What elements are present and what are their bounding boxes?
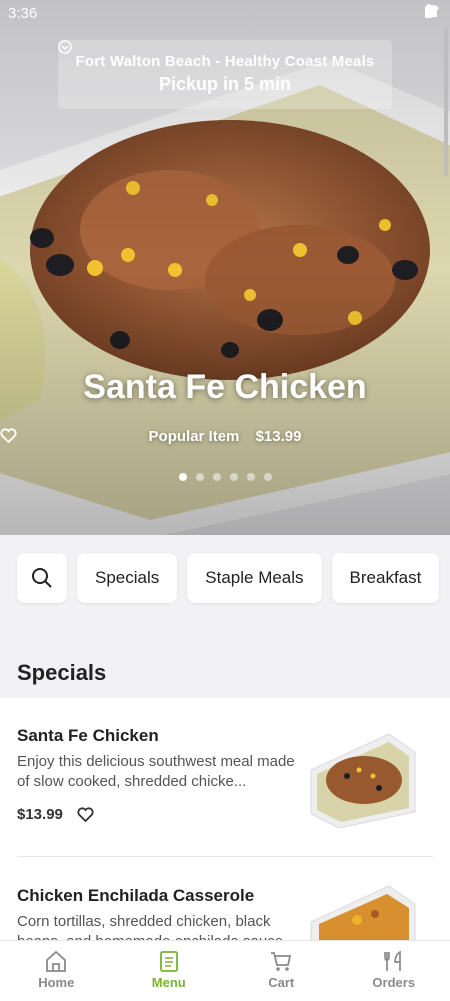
- carousel-dot[interactable]: [196, 473, 204, 481]
- section-title: Specials: [17, 660, 106, 686]
- carousel-dot[interactable]: [179, 473, 187, 481]
- status-time: 3:36: [8, 5, 37, 22]
- cart-icon: [269, 950, 293, 972]
- pickup-label: Pickup in 5 min: [159, 74, 291, 94]
- hero-price: $13.99: [256, 428, 302, 445]
- battery-icon: [424, 4, 433, 19]
- category-chip-staple-meals[interactable]: Staple Meals: [187, 553, 321, 603]
- menu-icon: [157, 950, 181, 972]
- pickup-time: Pickup in 5 min: [58, 74, 392, 95]
- chevron-down-icon: [58, 40, 72, 54]
- nav-cart[interactable]: Cart: [225, 941, 338, 1001]
- scroll-indicator: [444, 28, 448, 176]
- carousel-dot[interactable]: [230, 473, 238, 481]
- divider: [17, 856, 433, 857]
- search-icon: [31, 567, 53, 589]
- search-button[interactable]: [17, 553, 67, 603]
- nav-label: Cart: [268, 975, 294, 990]
- home-icon: [44, 950, 68, 972]
- heart-icon[interactable]: [77, 807, 94, 822]
- orders-icon: [382, 950, 406, 972]
- hero-title: Santa Fe Chicken: [0, 368, 450, 407]
- carousel-dot[interactable]: [213, 473, 221, 481]
- store-banner[interactable]: Fort Walton Beach - Healthy Coast Meals …: [58, 40, 392, 109]
- menu-item-description: Enjoy this delicious southwest meal made…: [17, 752, 307, 792]
- menu-item-image: [309, 732, 417, 828]
- category-chip-breakfast[interactable]: Breakfast: [332, 553, 440, 603]
- carousel-dot[interactable]: [247, 473, 255, 481]
- nav-menu[interactable]: Menu: [113, 941, 226, 1001]
- hero-tag: Popular Item: [149, 428, 240, 445]
- menu-item-image: [309, 884, 417, 943]
- hero-meta: Popular Item $13.99: [0, 428, 450, 445]
- menu-item-description: Corn tortillas, shredded chicken, black …: [17, 912, 307, 943]
- bottom-nav: Home Menu Cart Orders: [0, 940, 450, 1001]
- category-chips: Specials Staple Meals Breakfast: [17, 553, 439, 603]
- nav-home[interactable]: Home: [0, 941, 113, 1001]
- carousel-dot[interactable]: [264, 473, 272, 481]
- nav-label: Orders: [372, 975, 415, 990]
- store-name: Fort Walton Beach - Healthy Coast Meals: [58, 53, 392, 70]
- nav-label: Menu: [152, 975, 186, 990]
- status-bar: 3:36: [0, 0, 450, 28]
- category-chip-specials[interactable]: Specials: [77, 553, 177, 603]
- heart-icon[interactable]: [0, 428, 17, 443]
- hero-carousel[interactable]: 3:36 Fort Walton Beach - Healthy Coast M…: [0, 0, 450, 535]
- menu-item-price: $13.99: [17, 806, 63, 823]
- menu-list: Santa Fe Chicken Enjoy this delicious so…: [0, 698, 450, 943]
- carousel-dots: [0, 473, 450, 481]
- nav-orders[interactable]: Orders: [338, 941, 450, 1001]
- nav-label: Home: [38, 975, 74, 990]
